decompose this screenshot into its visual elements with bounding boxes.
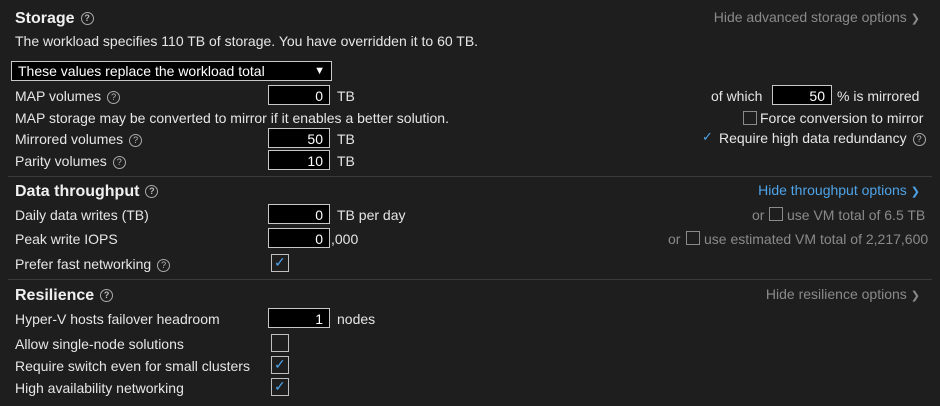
chevron-down-icon: ❯ <box>910 290 920 302</box>
use-vm-total-label: use VM total of 6.5 TB <box>787 207 926 223</box>
mirrored-volumes-unit: TB <box>337 131 355 147</box>
section-divider <box>8 279 932 280</box>
force-mirror-checkbox[interactable] <box>743 111 757 125</box>
help-icon[interactable]: ? <box>145 185 159 199</box>
failover-headroom-label: Hyper-V hosts failover headroom <box>15 311 220 327</box>
daily-or-label: or <box>752 207 765 223</box>
chevron-down-icon: ▼ <box>314 65 325 77</box>
ha-networking-label: High availability networking <box>15 380 184 396</box>
ha-networking-checkbox[interactable]: ✓ <box>271 378 289 396</box>
map-volumes-input[interactable]: 0 <box>268 85 330 105</box>
parity-volumes-label: Parity volumes? <box>15 153 126 169</box>
of-which-label: of which <box>711 88 763 104</box>
daily-writes-unit: TB per day <box>337 207 406 223</box>
help-icon[interactable]: ? <box>107 90 121 104</box>
workload-mode-select[interactable]: These values replace the workload total … <box>11 61 332 81</box>
failover-headroom-input[interactable]: 1 <box>268 308 330 328</box>
peak-iops-label: Peak write IOPS <box>15 231 118 247</box>
single-node-checkbox[interactable] <box>271 334 289 352</box>
high-redundancy-label: Require high data redundancy? <box>719 130 926 146</box>
chevron-down-icon: ❯ <box>910 186 920 198</box>
parity-volumes-text: Parity volumes <box>15 153 107 169</box>
high-redundancy-text: Require high data redundancy <box>719 130 907 146</box>
hide-resilience-options-label: Hide resilience options <box>765 286 907 302</box>
force-mirror-label: Force conversion to mirror <box>760 110 924 126</box>
peak-or-label: or <box>668 231 681 247</box>
help-icon[interactable]: ? <box>912 132 926 146</box>
hide-storage-options-link[interactable]: Hide advanced storage options ❯ <box>714 9 920 25</box>
storage-heading: Storage? <box>15 10 94 28</box>
mirrored-percent-suffix: % is mirrored <box>837 88 920 104</box>
check-icon: ✓ <box>274 378 286 394</box>
single-node-label: Allow single-node solutions <box>15 336 184 352</box>
help-icon[interactable]: ? <box>100 289 114 303</box>
mirrored-volumes-text: Mirrored volumes <box>15 131 124 147</box>
require-switch-checkbox[interactable]: ✓ <box>271 356 289 374</box>
daily-writes-label: Daily data writes (TB) <box>15 207 149 223</box>
hide-resilience-options-link[interactable]: Hide resilience options ❯ <box>766 286 920 302</box>
prefer-fast-networking-checkbox[interactable]: ✓ <box>271 254 289 272</box>
workload-mode-value: These values replace the workload total <box>18 63 265 79</box>
failover-headroom-unit: nodes <box>337 311 376 327</box>
prefer-fast-networking-label: Prefer fast networking? <box>15 256 171 272</box>
help-icon[interactable]: ? <box>157 258 171 272</box>
help-icon[interactable]: ? <box>112 155 126 169</box>
check-icon[interactable]: ✓ <box>702 129 713 145</box>
mirrored-volumes-input[interactable]: 50 <box>268 128 330 148</box>
map-note: MAP storage may be converted to mirror i… <box>15 110 449 126</box>
hide-throughput-options-link[interactable]: Hide throughput options ❯ <box>758 182 920 198</box>
section-divider <box>8 176 932 177</box>
check-icon: ✓ <box>274 356 286 372</box>
help-icon[interactable]: ? <box>80 12 94 26</box>
throughput-heading: Data throughput? <box>15 183 159 201</box>
use-vm-total-checkbox[interactable] <box>769 207 783 221</box>
hide-throughput-options-label: Hide throughput options <box>758 182 907 198</box>
require-switch-label: Require switch even for small clusters <box>15 358 250 374</box>
parity-volumes-unit: TB <box>337 153 355 169</box>
peak-iops-input[interactable]: 0 <box>268 228 330 248</box>
use-estimated-vm-total-checkbox[interactable] <box>686 231 700 245</box>
storage-description: The workload specifies 110 TB of storage… <box>15 33 479 49</box>
check-icon: ✓ <box>274 254 286 270</box>
hide-storage-options-label: Hide advanced storage options <box>713 9 907 25</box>
daily-writes-input[interactable]: 0 <box>268 204 330 224</box>
parity-volumes-input[interactable]: 10 <box>268 150 330 170</box>
chevron-down-icon: ❯ <box>910 13 920 25</box>
mirrored-percent-input[interactable]: 50 <box>772 85 832 105</box>
map-volumes-label: MAP volumes? <box>15 88 121 104</box>
resilience-title: Resilience <box>15 287 95 304</box>
resilience-heading: Resilience? <box>15 287 114 305</box>
mirrored-volumes-label: Mirrored volumes? <box>15 131 143 147</box>
map-volumes-text: MAP volumes <box>15 88 102 104</box>
use-estimated-vm-total-label: use estimated VM total of 2,217,600 <box>704 231 929 247</box>
help-icon[interactable]: ? <box>129 133 143 147</box>
peak-iops-unit: ,000 <box>331 231 359 247</box>
map-volumes-unit: TB <box>337 88 355 104</box>
storage-title: Storage <box>15 10 75 27</box>
throughput-title: Data throughput <box>15 183 140 200</box>
prefer-fast-networking-text: Prefer fast networking <box>15 256 152 272</box>
